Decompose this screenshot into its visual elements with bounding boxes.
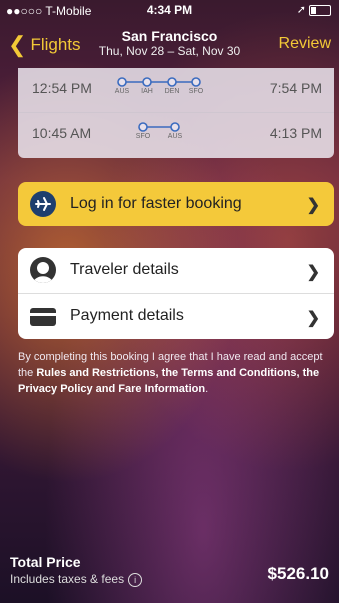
chevron-right-icon: ❯ [306,197,320,214]
status-time: 4:34 PM [146,3,193,17]
flight-row[interactable]: 12:54 PM AUS IAH DEN SFO 7:54 PM [18,68,334,113]
arrive-time: 7:54 PM [269,80,322,96]
status-indicators: ➚ [297,3,331,16]
stop-code: AUS [167,133,183,140]
login-label: Log in for faster booking [70,195,242,212]
stop-codes: SFO AUS [135,133,183,143]
info-icon[interactable]: i [128,572,143,587]
depart-time: 10:45 AM [32,125,92,141]
stop-codes: AUS IAH DEN SFO [114,88,204,98]
location-icon: ➚ [296,4,306,16]
depart-time: 12:54 PM [32,80,92,96]
traveler-details-label: Traveler details [70,261,179,278]
route-line-icon [138,122,180,132]
stop-code: SFO [135,133,151,140]
terms-suffix: . [205,383,209,395]
status-bar: ●●○○○ T-Mobile 4:34 PM ➚ [0,0,339,20]
payment-details-label: Payment details [70,307,184,324]
battery-icon [309,4,331,16]
credit-card-icon [30,308,56,326]
login-button[interactable]: Log in for faster booking ❯ [18,182,334,226]
total-title: Total Price [10,554,81,570]
arrive-time: 4:13 PM [269,125,322,141]
stop-code: AUS [114,88,130,95]
review-button[interactable]: Review [279,35,331,53]
person-icon [30,257,56,283]
traveler-details-row[interactable]: Traveler details ❯ [18,248,334,294]
route-indicator: AUS IAH DEN SFO [114,76,204,98]
chevron-right-icon: ❯ [306,264,320,281]
stop-code: DEN [164,88,180,95]
nav-bar: ❮ Flights San Francisco Thu, Nov 28 – Sat… [0,22,339,66]
route-indicator: SFO AUS [135,121,183,143]
route-line-icon [117,77,201,87]
total-block: Total Price Includes taxes & fees i [10,554,143,587]
payment-details-row[interactable]: Payment details ❯ [18,294,334,339]
total-subtitle: Includes taxes & fees i [10,572,143,587]
total-subtitle-text: Includes taxes & fees [10,572,125,586]
total-price: $526.10 [267,564,329,583]
stop-code: IAH [141,88,153,95]
terms-text: By completing this booking I agree that … [18,349,330,397]
stop-code: SFO [188,88,204,95]
booking-details: Traveler details ❯ Payment details ❯ [18,248,334,339]
airplane-icon [30,191,56,217]
flight-summary: 12:54 PM AUS IAH DEN SFO 7:54 PM 10:45 A… [18,68,334,158]
chevron-right-icon: ❯ [306,310,320,327]
flight-row[interactable]: 10:45 AM SFO AUS 4:13 PM [18,113,334,157]
terms-links[interactable]: Rules and Restrictions, the Terms and Co… [18,367,319,395]
